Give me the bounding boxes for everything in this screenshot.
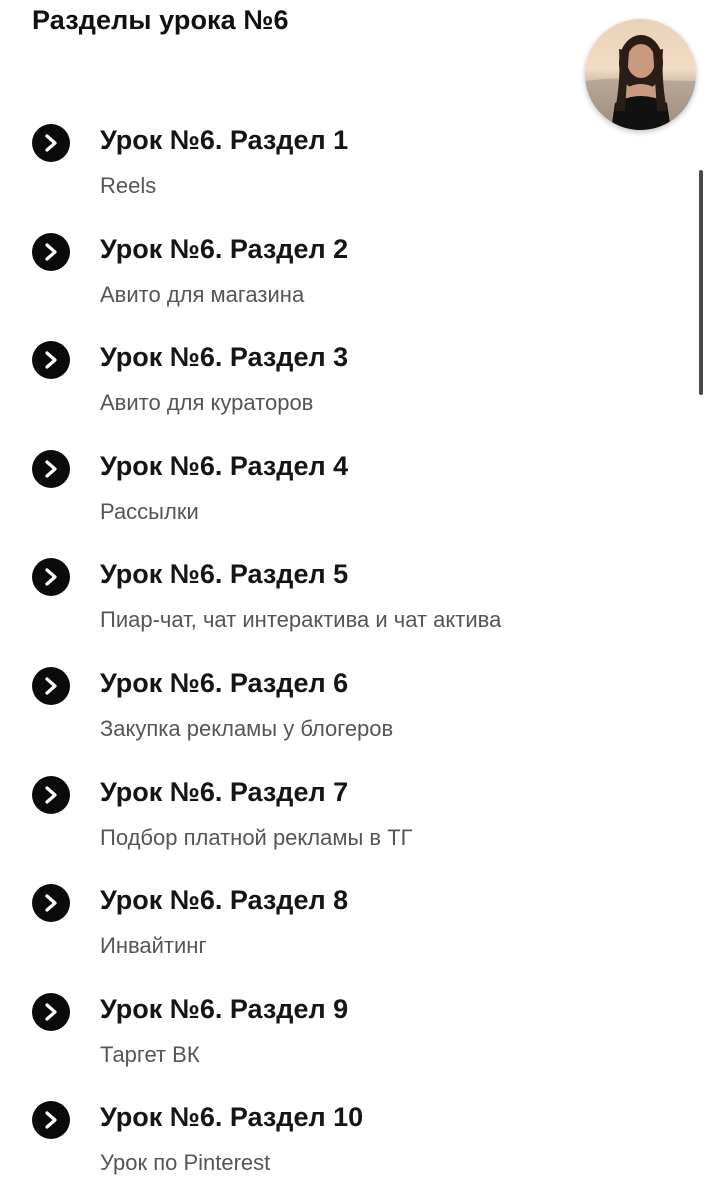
chevron-right-icon[interactable] [32, 884, 70, 923]
section-title[interactable]: Урок №6. Раздел 8 [100, 883, 348, 917]
lesson-sections-page: Разделы урока №6 Урок №6. Раздел 1 Reels У… [0, 0, 705, 1200]
section-title[interactable]: Урок №6. Раздел 3 [100, 340, 348, 374]
chevron-right-icon[interactable] [32, 124, 70, 162]
section-title[interactable]: Урок №6. Раздел 1 [100, 123, 348, 157]
avatar-photo-icon [585, 19, 696, 130]
section-item[interactable]: Урок №6. Раздел 3 Авито для кураторов [0, 333, 690, 442]
section-title[interactable]: Урок №6. Раздел 6 [100, 666, 348, 700]
chevron-right-icon[interactable] [32, 558, 70, 597]
section-item[interactable]: Урок №6. Раздел 6 Закупка рекламы у блоге… [0, 659, 690, 768]
section-item[interactable]: Урок №6. Раздел 8 Инвайтинг [0, 876, 690, 985]
chevron-right-icon[interactable] [32, 1101, 70, 1140]
section-item[interactable]: Урок №6. Раздел 10 Урок по Pinterest [0, 1093, 690, 1200]
section-title[interactable]: Урок №6. Раздел 10 [100, 1100, 363, 1134]
section-item[interactable]: Урок №6. Раздел 2 Авито для магазина [0, 225, 690, 334]
section-title[interactable]: Урок №6. Раздел 9 [100, 992, 348, 1026]
section-subtitle: Урок по Pinterest [100, 1150, 271, 1176]
section-list: Урок №6. Раздел 1 Reels Урок №6. Раздел 2 А… [0, 116, 690, 1200]
section-subtitle: Закупка рекламы у блогеров [100, 715, 394, 741]
section-subtitle: Рассылки [100, 498, 199, 524]
avatar[interactable] [585, 19, 696, 130]
section-subtitle: Авито для магазина [100, 281, 305, 307]
scrollbar[interactable] [699, 170, 703, 395]
chevron-right-icon[interactable] [32, 992, 70, 1031]
chevron-right-icon[interactable] [32, 775, 70, 814]
section-title[interactable]: Урок №6. Раздел 7 [100, 775, 348, 809]
section-title[interactable]: Урок №6. Раздел 2 [100, 232, 348, 266]
section-subtitle: Авито для кураторов [100, 390, 314, 416]
chevron-right-icon[interactable] [32, 232, 70, 271]
section-item[interactable]: Урок №6. Раздел 5 Пиар-чат, чат интеракти… [0, 550, 690, 659]
section-subtitle: Пиар-чат, чат интерактива и чат актива [100, 607, 502, 633]
section-title[interactable]: Урок №6. Раздел 5 [100, 557, 348, 591]
page-title: Разделы урока №6 [32, 5, 289, 35]
section-subtitle: Reels [100, 173, 157, 198]
chevron-right-icon[interactable] [32, 449, 70, 488]
chevron-right-icon[interactable] [32, 341, 70, 380]
section-subtitle: Инвайтинг [100, 933, 207, 959]
section-item[interactable]: Урок №6. Раздел 4 Рассылки [0, 442, 690, 551]
section-title[interactable]: Урок №6. Раздел 4 [100, 449, 348, 483]
section-subtitle: Таргет ВК [100, 1041, 200, 1067]
section-item[interactable]: Урок №6. Раздел 1 Reels [0, 116, 690, 225]
section-item[interactable]: Урок №6. Раздел 9 Таргет ВК [0, 985, 690, 1094]
section-item[interactable]: Урок №6. Раздел 7 Подбор платной рекламы … [0, 768, 690, 877]
section-subtitle: Подбор платной рекламы в ТГ [100, 824, 413, 850]
chevron-right-icon[interactable] [32, 666, 70, 705]
